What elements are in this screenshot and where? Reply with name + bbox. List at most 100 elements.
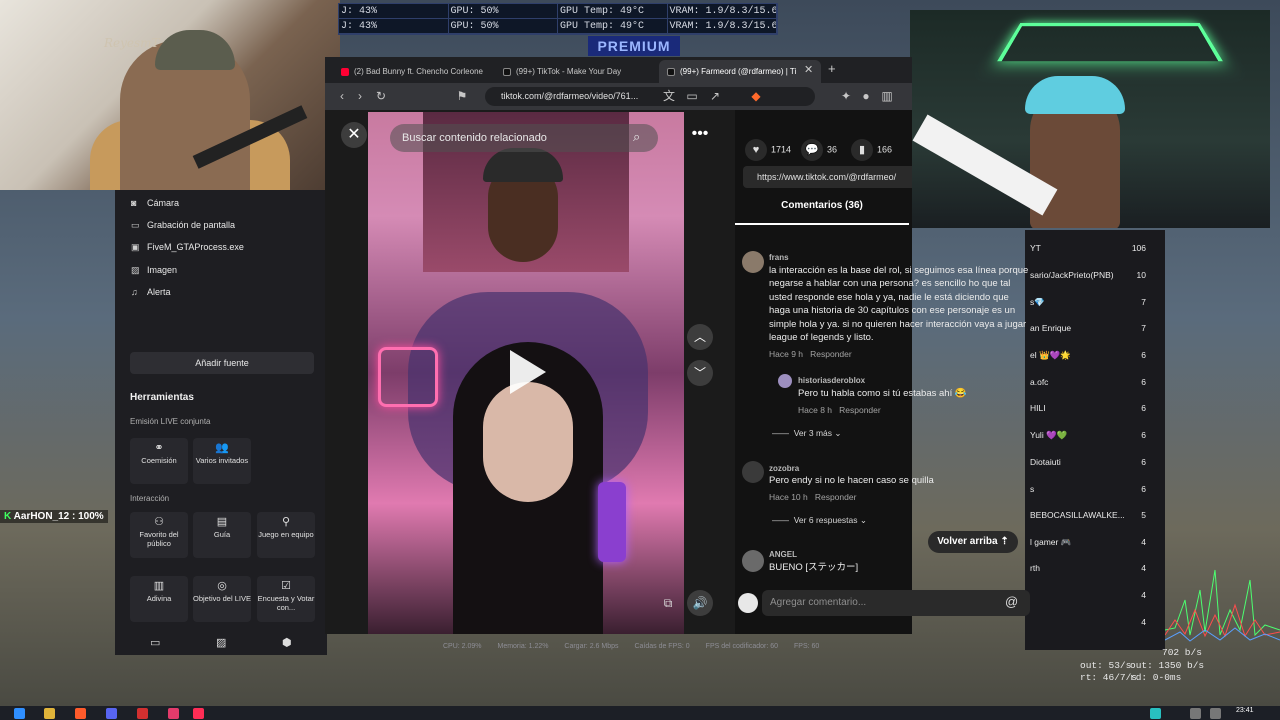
ranking-count: 6 bbox=[1141, 377, 1146, 387]
tab-comments[interactable]: Comentarios (36) bbox=[735, 200, 909, 225]
box-icon[interactable]: ▭ bbox=[150, 636, 160, 649]
source-alert[interactable]: ♫ Alerta bbox=[131, 287, 171, 297]
tool-favorite[interactable]: ⚇ Favorito del público bbox=[130, 512, 188, 558]
source-window[interactable]: ▣ FiveM_GTAProcess.exe bbox=[131, 242, 244, 253]
ranking-user[interactable]: HILI bbox=[1030, 403, 1046, 413]
play-icon[interactable] bbox=[510, 350, 546, 394]
ranking-user[interactable]: an Enrique bbox=[1030, 323, 1071, 333]
my-avatar[interactable] bbox=[738, 593, 758, 613]
profile-icon[interactable]: ● bbox=[857, 87, 875, 105]
tiktok-page: ✕ Buscar contenido relacionado ⌕ ••• ︿ ﹀… bbox=[325, 110, 912, 634]
comment-text: BUENO [ステッカー] bbox=[769, 562, 859, 573]
ranking-user[interactable]: YT bbox=[1030, 243, 1041, 253]
video-link[interactable]: https://www.tiktok.com/@rdfarmeo/ bbox=[743, 166, 912, 188]
extensions-icon[interactable]: ✦ bbox=[837, 87, 855, 105]
brave-icon[interactable] bbox=[75, 708, 86, 719]
tab-farmeord[interactable]: (99+) Farmeord (@rdfarmeo) | Ti bbox=[659, 60, 821, 83]
window-icon: ▣ bbox=[131, 242, 140, 252]
graph-line-green bbox=[1165, 569, 1280, 637]
ranking-user[interactable]: Yuli 💜💚 bbox=[1030, 430, 1067, 441]
picture-in-picture-icon[interactable]: ⧉ bbox=[657, 590, 679, 616]
source-camera[interactable]: ◙ Cámara bbox=[131, 198, 179, 208]
tool-guests[interactable]: 👥 Varios invitados bbox=[193, 438, 251, 484]
sidebar-icon[interactable]: ▥ bbox=[878, 87, 896, 105]
avatar[interactable] bbox=[778, 374, 792, 388]
more-options-icon[interactable]: ••• bbox=[687, 124, 713, 150]
tool-guess[interactable]: ▥ Adivina bbox=[130, 576, 188, 622]
mention-icon[interactable]: @ bbox=[1005, 594, 1018, 609]
ranking-count: 4 bbox=[1141, 590, 1146, 600]
gallery-icon[interactable]: ▨ bbox=[216, 636, 226, 649]
ranking-user[interactable]: s bbox=[1030, 484, 1034, 494]
tool-team-game[interactable]: ⚲ Juego en equipo bbox=[257, 512, 315, 558]
reply-link[interactable]: Responder bbox=[815, 492, 857, 502]
comment-user[interactable]: frans bbox=[769, 253, 789, 262]
network-icon[interactable] bbox=[1190, 708, 1201, 719]
back-icon[interactable]: ‹ bbox=[333, 87, 351, 105]
previous-video-button[interactable]: ︿ bbox=[687, 324, 713, 350]
save-count[interactable]: ▮ 166 bbox=[851, 139, 892, 161]
ranking-user[interactable]: Diotaiuti bbox=[1030, 457, 1061, 467]
obs-status-bar: CPU: 2.09% Memoria: 1.22% Cargar: 2.6 Mb… bbox=[325, 636, 1025, 656]
joystick-icon: ⚲ bbox=[281, 516, 291, 528]
avatar[interactable] bbox=[742, 550, 764, 572]
ranking-user[interactable]: l gamer 🎮 bbox=[1030, 537, 1071, 548]
ranking-user[interactable]: rth bbox=[1030, 563, 1040, 573]
tray-icon[interactable] bbox=[1150, 708, 1161, 719]
avatar[interactable] bbox=[742, 251, 764, 273]
reply-link[interactable]: Responder bbox=[810, 349, 852, 359]
ranking-user[interactable]: el 👑💜🌟 bbox=[1030, 350, 1071, 361]
url-field[interactable]: tiktok.com/@rdfarmeo/video/761... bbox=[485, 87, 815, 106]
comment-user[interactable]: zozobra bbox=[769, 464, 799, 473]
windows-start-icon[interactable] bbox=[14, 708, 25, 719]
reload-icon[interactable]: ↻ bbox=[372, 87, 390, 105]
tiktok-icon[interactable] bbox=[193, 708, 204, 719]
status-cpu: CPU: 2.09% bbox=[443, 643, 482, 650]
avatar[interactable] bbox=[742, 461, 764, 483]
browser-window: (2) Bad Bunny ft. Chencho Corleone (99+)… bbox=[325, 57, 912, 634]
file-explorer-icon[interactable] bbox=[44, 708, 55, 719]
source-image[interactable]: ▨ Imagen bbox=[131, 265, 177, 276]
add-source-button[interactable]: Añadir fuente bbox=[130, 352, 314, 374]
brave-shield-icon[interactable]: ◆ bbox=[747, 87, 765, 105]
reply-link[interactable]: Responder bbox=[839, 405, 881, 415]
comment-user[interactable]: ANGEL bbox=[769, 550, 797, 559]
tool-coemision[interactable]: ⚭ Coemisión bbox=[130, 438, 188, 484]
comment-user[interactable]: historiasderoblox bbox=[798, 376, 865, 385]
next-video-button[interactable]: ﹀ bbox=[687, 360, 713, 386]
tool-guide[interactable]: ▤ Guía bbox=[193, 512, 251, 558]
translate-icon[interactable]: 文 bbox=[660, 87, 678, 105]
close-tab-icon[interactable]: ✕ bbox=[804, 63, 813, 76]
ranking-user[interactable]: s💎 bbox=[1030, 297, 1045, 308]
new-tab-icon[interactable]: + bbox=[828, 61, 836, 76]
ranking-user[interactable]: sario/JackPrieto(PNB) bbox=[1030, 270, 1114, 280]
app-icon[interactable] bbox=[137, 708, 148, 719]
tool-live-goal[interactable]: ◎ Objetivo del LIVE bbox=[193, 576, 251, 622]
shield-icon[interactable]: ⬢ bbox=[282, 636, 292, 649]
bookmark-icon[interactable]: ⚑ bbox=[453, 87, 471, 105]
source-screen[interactable]: ▭ Grabación de pantalla bbox=[131, 220, 235, 231]
volume-icon[interactable] bbox=[1210, 708, 1221, 719]
view-more-replies[interactable]: —— Ver 3 más ⌄ bbox=[772, 428, 842, 439]
back-to-top-button[interactable]: Volver arriba ⇡ bbox=[928, 531, 1018, 553]
close-icon[interactable]: ✕ bbox=[341, 122, 367, 148]
forward-icon[interactable]: › bbox=[351, 87, 369, 105]
section-live: Emisión LIVE conjunta bbox=[130, 417, 211, 426]
discord-icon[interactable] bbox=[106, 708, 117, 719]
ranking-user[interactable]: BEBOCASILLAWALKE... bbox=[1030, 510, 1125, 520]
related-search-input[interactable]: Buscar contenido relacionado bbox=[390, 124, 658, 152]
comment-count[interactable]: 💬 36 bbox=[801, 139, 837, 161]
ranking-user[interactable]: a.ofc bbox=[1030, 377, 1048, 387]
status-memory: Memoria: 1.22% bbox=[497, 643, 549, 650]
tiktok-live-icon[interactable] bbox=[168, 708, 179, 719]
cast-icon[interactable]: ▭ bbox=[683, 87, 701, 105]
tool-poll[interactable]: ☑ Encuesta y Votar con... bbox=[257, 576, 315, 622]
comment-input[interactable]: Agregar comentario... bbox=[762, 590, 1030, 616]
search-icon[interactable]: ⌕ bbox=[633, 129, 651, 147]
view-more-replies[interactable]: —— Ver 6 respuestas ⌄ bbox=[772, 515, 867, 526]
share-icon[interactable]: ↗ bbox=[706, 87, 724, 105]
tab-tiktok-home[interactable]: (99+) TikTok - Make Your Day bbox=[495, 60, 650, 83]
tab-bad-bunny[interactable]: (2) Bad Bunny ft. Chencho Corleone bbox=[333, 60, 488, 83]
volume-icon[interactable]: 🔊 bbox=[687, 590, 713, 616]
like-count[interactable]: ♥ 1714 bbox=[745, 139, 791, 161]
